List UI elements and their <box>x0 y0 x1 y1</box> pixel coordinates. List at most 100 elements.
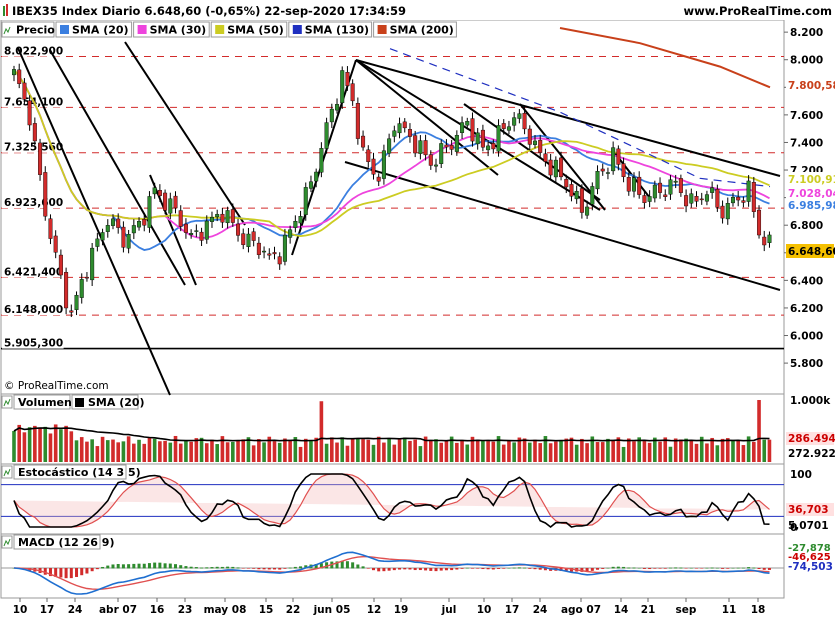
macd-histogram-bar <box>502 568 506 569</box>
volume-bar <box>85 441 89 462</box>
candle-body <box>506 126 511 131</box>
macd-histogram-bar <box>705 567 709 569</box>
candle-body <box>512 117 517 126</box>
candle-body <box>241 233 246 245</box>
macd-histogram-bar <box>200 567 204 569</box>
macd-histogram-bar <box>189 566 193 569</box>
volume-bar <box>231 442 235 462</box>
macd-histogram-bar <box>429 568 433 571</box>
macd-legend: MACD (12 26 9) <box>1 534 114 550</box>
macd-histogram-bar <box>439 568 443 571</box>
candle-body <box>600 168 605 172</box>
candle-body <box>480 129 485 148</box>
macd-histogram-bar <box>356 564 360 569</box>
candle-body <box>361 135 366 148</box>
volume-bar <box>725 438 730 462</box>
volume-bar <box>158 441 162 462</box>
legend-label-0: Precio <box>16 24 55 37</box>
macd-histogram-bar <box>106 565 110 569</box>
candle-body <box>314 171 319 182</box>
candle-body <box>668 179 673 195</box>
volume-bar <box>22 432 27 462</box>
volume-bar <box>580 438 584 462</box>
legend-swatch-4 <box>292 25 302 34</box>
volume-bar <box>538 443 543 462</box>
volume-bar <box>736 440 740 462</box>
candle-body <box>355 103 360 139</box>
macd-histogram-bar <box>392 568 396 571</box>
volume-bar <box>361 439 365 462</box>
volume-bar <box>501 444 506 462</box>
candle-body <box>11 69 16 76</box>
volume-bar <box>324 443 329 462</box>
copyright: © ProRealTime.com <box>4 380 109 392</box>
candle-body <box>371 158 376 175</box>
candle-body <box>199 231 204 241</box>
candle-body <box>574 191 579 200</box>
candle-body <box>475 132 480 145</box>
macd-histogram-bar <box>345 561 349 569</box>
macd-histogram-bar <box>663 568 667 569</box>
candle-body <box>116 218 121 228</box>
candle-body <box>439 143 444 164</box>
candle-body <box>64 272 69 309</box>
y-tick-label-4: 7.400 <box>790 137 823 149</box>
volume-bar <box>522 438 527 462</box>
macd-histogram-bar <box>590 568 594 571</box>
macd-histogram-bar <box>653 568 657 569</box>
volume-bar <box>257 439 261 462</box>
volume-bar <box>38 427 42 462</box>
candle-body <box>308 181 313 189</box>
volume-bar <box>512 442 516 462</box>
candle-body <box>642 195 647 204</box>
x-tick-label-1: 17 <box>40 604 55 616</box>
candle-body <box>522 112 527 130</box>
x-tick-label-21: 18 <box>751 604 766 616</box>
macd-histogram-bar <box>658 568 662 569</box>
macd-histogram-bar <box>731 567 735 569</box>
candle-body <box>131 225 136 234</box>
volume-bar <box>569 437 574 462</box>
candle-body <box>329 108 334 123</box>
macd-histogram-bar <box>538 568 542 570</box>
macd-histogram-bar <box>481 568 485 570</box>
macd-histogram-bar <box>752 567 756 569</box>
macd-histogram-bar <box>215 566 219 569</box>
macd-histogram-bar <box>75 568 79 577</box>
candle-body <box>183 223 188 233</box>
macd-legend-label: MACD (12 26 9) <box>18 536 114 549</box>
x-tick-label-6: may 08 <box>204 604 247 616</box>
candle-body <box>105 225 110 232</box>
candle-body <box>720 205 725 219</box>
volume-bar <box>53 424 58 462</box>
candle-body <box>621 163 626 177</box>
volume-bar <box>137 439 141 462</box>
volume-bar <box>272 441 277 462</box>
candle-body <box>387 138 392 154</box>
candle-body <box>381 150 386 179</box>
last-value-tag-0: 7.800,58 <box>788 80 835 92</box>
candle-body <box>126 234 131 249</box>
candle-body <box>282 234 287 262</box>
volume-bar <box>705 443 709 462</box>
candle-body <box>272 252 277 255</box>
legend-swatch-3 <box>215 25 225 34</box>
volume-bar <box>527 442 532 462</box>
volume-bar <box>350 438 355 462</box>
macd-histogram-bar <box>147 563 151 569</box>
macd-histogram-bar <box>622 566 626 569</box>
macd-histogram-bar <box>387 568 391 571</box>
volume-bar <box>752 441 756 462</box>
macd-histogram-bar <box>747 567 751 569</box>
macd-histogram-bar <box>153 562 157 569</box>
candle-body <box>324 122 329 149</box>
macd-histogram-bar <box>762 568 766 570</box>
macd-histogram-bar <box>470 568 474 569</box>
macd-histogram-bar <box>257 568 261 570</box>
volume-bar <box>621 446 626 462</box>
x-tick-label-12: jul <box>441 604 457 616</box>
volume-bar <box>632 441 636 462</box>
macd-histogram-bar <box>371 568 375 571</box>
macd-histogram-bar <box>252 568 256 569</box>
volume-bar <box>720 438 725 462</box>
